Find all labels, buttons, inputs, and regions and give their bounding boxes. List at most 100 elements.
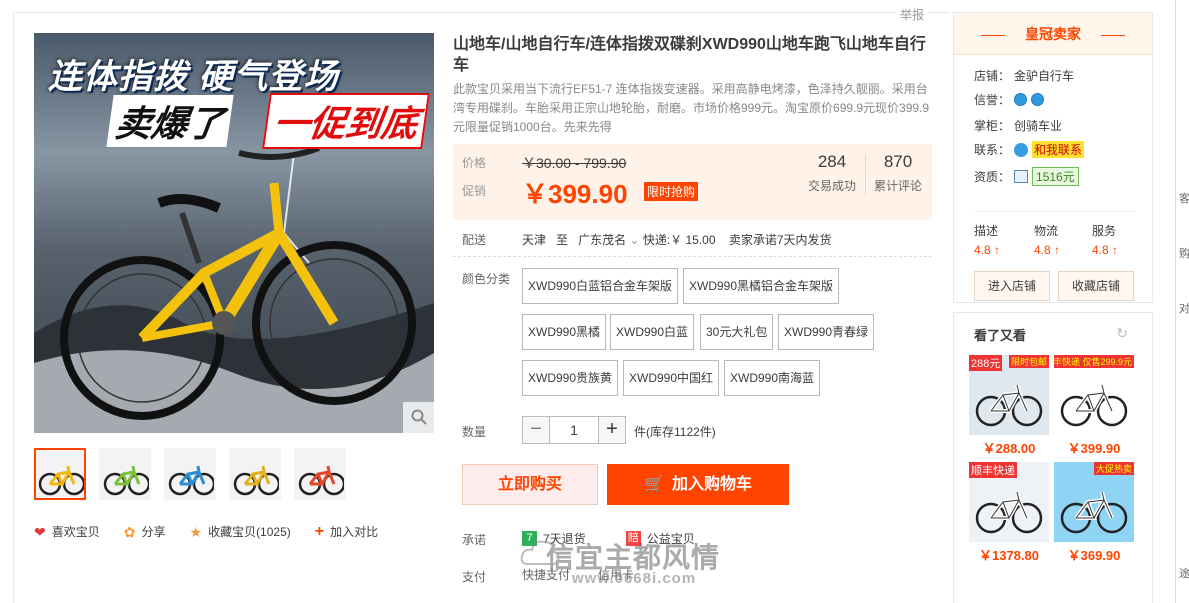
cart-icon: 🛒 (644, 476, 664, 493)
main-product-image[interactable]: 连体指拨 硬气登场 卖爆了 一促到底 (34, 33, 434, 433)
watermark: 信宜主都风情 www.0668i.com (520, 528, 735, 598)
score-logistics: 物流 4.8 ↑ (1034, 222, 1060, 257)
magnifier-icon[interactable] (403, 402, 434, 433)
color-option[interactable]: XWD990白蓝 (610, 314, 695, 350)
promo-tag: 限时包邮 (1008, 355, 1049, 368)
crown-icon (1031, 93, 1045, 106)
reviews-count: 870 (883, 152, 913, 171)
buy-now-button[interactable]: 立即购买 (462, 464, 598, 505)
refresh-icon[interactable]: ↻ (1116, 325, 1128, 342)
report-link[interactable]: 举报 (896, 6, 929, 23)
contact-link[interactable]: 和我联系 (1032, 141, 1085, 158)
thumbnail[interactable] (229, 448, 281, 500)
chat-icon[interactable] (1014, 142, 1029, 157)
reputation-row: 信誉： (974, 91, 1045, 108)
score-description: 描述 4.8 ↑ (974, 222, 1000, 257)
also-viewed-item[interactable]: 顺丰快递 ￥1378.80 (969, 462, 1049, 564)
banner-subline-a: 卖爆了 (106, 95, 234, 147)
color-option[interactable]: XWD990黑橘 (522, 314, 607, 350)
right-toolbar: 客 购 对 途 (1175, 0, 1189, 603)
ship-from: 天津 (522, 233, 547, 247)
product-description: 此款宝贝采用当下流行EF51-7 连体指拨变速器。采用高静电烤漆，色泽持久靓丽。… (453, 82, 930, 134)
sales-label: 交易成功 (807, 179, 856, 193)
color-option[interactable]: XWD990贵族黄 (522, 360, 619, 396)
ship-to-select[interactable]: 广东茂名 (578, 233, 626, 247)
reviews-stat[interactable]: 870 累计评论 (869, 152, 927, 194)
watermark-url: www.0668i.com (572, 570, 697, 587)
stat-divider (865, 154, 866, 196)
quantity-input[interactable]: 1 (550, 416, 598, 444)
score-name: 物流 (1034, 224, 1059, 238)
favorite-label: 收藏宝贝(1025) (208, 525, 291, 539)
color-option[interactable]: XWD990青春绿 (778, 314, 875, 350)
product-title: 山地车/山地自行车/连体指拨双碟刹XWD990山地车跑飞山地车自行车 (453, 36, 926, 74)
qualification-row: 资质： 1516元 (974, 167, 1079, 186)
thumbnail[interactable] (294, 448, 346, 500)
sales-count: 284 (817, 152, 847, 171)
also-viewed-item[interactable]: 大促热卖 ￥369.90 (1054, 462, 1134, 564)
quantity-stepper: − 1 + (522, 416, 626, 444)
color-option[interactable]: XWD990黑橘铝合金车架版 (683, 268, 840, 304)
rail-item[interactable]: 途 (1179, 565, 1189, 581)
thumbnail-bike (101, 450, 149, 498)
also-viewed-image: 288元 限时包邮 (969, 355, 1049, 435)
price-panel: 价格 ￥30.00 - 799.90 促销 ￥399.90 限时抢购 284 交… (453, 144, 932, 220)
thumbnail[interactable] (164, 448, 216, 500)
like-button[interactable]: ❤ 喜欢宝贝 (34, 523, 100, 540)
also-viewed-item[interactable]: 288元 限时包邮 ￥288.00 (969, 355, 1049, 457)
favorite-button[interactable]: ★ 收藏宝贝(1025) (190, 523, 291, 540)
color-option[interactable]: XWD990白蓝铝合金车架版 (522, 268, 679, 304)
color-option[interactable]: 30元大礼包 (700, 314, 774, 350)
promo-tag: 288元 (969, 355, 1003, 371)
seller-header: 皇冠卖家 (954, 13, 1152, 55)
contact-label: 联系： (974, 143, 1011, 157)
plus-icon: + (314, 522, 325, 540)
enter-shop-button[interactable]: 进入店铺 (974, 271, 1050, 301)
compare-label: 加入对比 (330, 525, 379, 539)
heart-icon: ❤ (34, 523, 46, 540)
keeper-name-link[interactable]: 创骑车业 (1014, 117, 1062, 134)
divider (453, 256, 932, 257)
also-viewed-item[interactable]: 顺丰快递 仅售299.9元 ￥399.90 (1054, 355, 1134, 457)
also-viewed-price: ￥399.90 (1067, 441, 1121, 456)
rail-item[interactable]: 购 (1179, 245, 1189, 261)
product-actions: ❤ 喜欢宝贝 ✿ 分享 ★ 收藏宝贝(1025) + 加入对比 (34, 523, 378, 540)
thumbnail-bike (36, 450, 84, 498)
add-to-cart-button[interactable]: 🛒 加入购物车 (607, 464, 789, 505)
promo-label: 促销 (462, 184, 487, 198)
also-viewed-price: ￥288.00 (982, 441, 1036, 456)
chevron-down-icon[interactable]: ⌄ (626, 233, 643, 247)
rail-item[interactable]: 对 (1179, 300, 1189, 316)
share-button[interactable]: ✿ 分享 (124, 523, 166, 540)
shop-row: 店铺： 金驴自行车 (974, 67, 1074, 84)
color-option[interactable]: XWD990中国红 (623, 360, 720, 396)
promo-tag: 顺丰快递 仅售299.9元 (1054, 355, 1134, 368)
like-label: 喜欢宝贝 (51, 525, 100, 539)
compare-button[interactable]: + 加入对比 (315, 523, 378, 540)
thumbnail-strip (34, 448, 346, 500)
promise-label: 承诺 (462, 533, 487, 547)
also-viewed-image: 大促热卖 (1054, 462, 1134, 542)
seller-level: 皇冠卖家 (1025, 26, 1081, 42)
thumbnail-bike (231, 450, 279, 498)
deposit-badge[interactable]: 1516元 (1032, 167, 1079, 186)
contact-row: 联系： 和我联系 (974, 141, 1085, 158)
also-viewed-image: 顺丰快递 仅售299.9元 (1054, 355, 1134, 435)
rail-item[interactable]: 客 (1179, 190, 1189, 206)
divider (974, 211, 1134, 212)
score-service: 服务 4.8 ↑ (1092, 222, 1118, 257)
quantity-plus-button[interactable]: + (598, 416, 626, 444)
thumbnail[interactable] (99, 448, 151, 500)
score-name: 服务 (1092, 224, 1117, 238)
thumbnail[interactable] (34, 448, 86, 500)
keeper-label: 掌柜： (974, 119, 1011, 133)
score-value: 4.8 ↑ (974, 243, 1001, 257)
share-label: 分享 (141, 525, 166, 539)
quantity-minus-button[interactable]: − (522, 416, 550, 444)
favorite-shop-button[interactable]: 收藏店铺 (1058, 271, 1134, 301)
promo-tag: 顺丰快递 (969, 462, 1017, 478)
stock-info: 件(库存1122件) (634, 425, 716, 439)
color-option[interactable]: XWD990南海蓝 (724, 360, 821, 396)
shop-name-link[interactable]: 金驴自行车 (1014, 67, 1074, 84)
promo-tag: 限时抢购 (644, 182, 699, 201)
